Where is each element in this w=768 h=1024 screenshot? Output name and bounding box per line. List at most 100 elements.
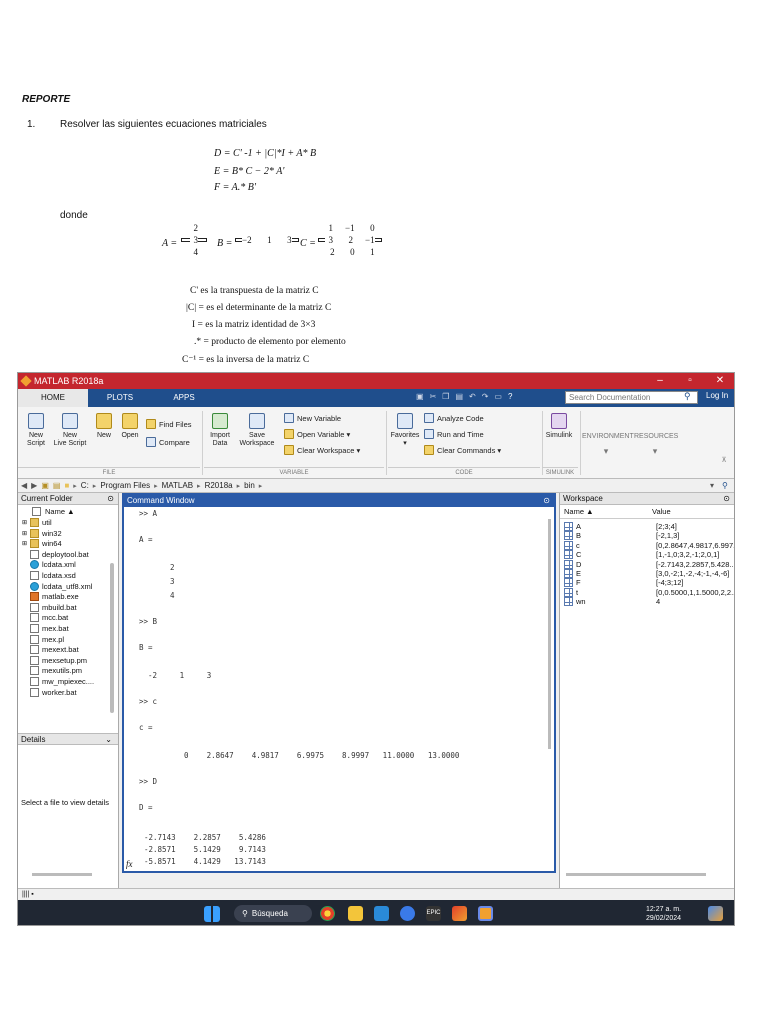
new-script-button[interactable]: New Script	[22, 413, 50, 448]
file-item[interactable]: deploytool.bat	[30, 549, 89, 559]
horizontal-scrollbar[interactable]	[32, 873, 92, 876]
environment-button[interactable]: ENVIRONMENT ▾	[582, 433, 634, 456]
file-item[interactable]: mcc.bat	[30, 613, 68, 623]
function-browser-icon[interactable]: fx	[124, 859, 133, 869]
file-item[interactable]: lcdata.xml	[30, 560, 76, 570]
file-item[interactable]: worker.bat	[30, 687, 77, 697]
file-item[interactable]: ⊞ win64	[22, 539, 62, 549]
panel-menu-icon[interactable]: ⊙	[543, 495, 550, 507]
maximize-icon[interactable]: ▫	[678, 373, 702, 389]
clear-commands-button[interactable]: Clear Commands ▾	[424, 445, 501, 455]
workspace-name-header[interactable]: Name ▲	[564, 507, 594, 516]
system-clock[interactable]: 12:27 a. m. 29/02/2024	[646, 905, 681, 923]
workspace-row[interactable]: C [1,-1,0;3,2,-1;2,0,1]	[564, 550, 734, 560]
workspace-value-header[interactable]: Value	[652, 507, 671, 516]
command-window-panel[interactable]: Command Window ⊙ >> A A = 2 3 4 >> B B = -2 1 3…	[122, 493, 556, 873]
path-segment[interactable]: Program Files	[100, 481, 150, 490]
workspace-row[interactable]: c [0,2.8647,4.9817,6.997...	[564, 540, 734, 550]
workspace-row[interactable]: A [2;3;4]	[564, 522, 734, 531]
scrollbar[interactable]	[548, 519, 551, 749]
workspace-row[interactable]: F [-4;3;12]	[564, 578, 734, 588]
file-item[interactable]: mexsetup.pm	[30, 655, 87, 665]
open-variable-button[interactable]: Open Variable ▾	[284, 429, 350, 439]
path-segment[interactable]: R2018a	[205, 481, 233, 490]
store-icon[interactable]	[374, 906, 389, 921]
file-item[interactable]: lcdata.xsd	[30, 571, 76, 580]
clear-workspace-button[interactable]: Clear Workspace ▾	[284, 445, 360, 455]
path-segment[interactable]: MATLAB	[162, 481, 193, 490]
search-icon[interactable]: ⚲	[684, 391, 691, 402]
paste-icon[interactable]: ▤	[455, 392, 463, 401]
details-header[interactable]: Details ⌄	[18, 733, 118, 745]
path-segment[interactable]: C:	[81, 481, 89, 490]
name-column-header[interactable]: Name ▲	[32, 507, 75, 516]
chrome-icon[interactable]	[320, 906, 335, 921]
file-item[interactable]: lcdata_utf8.xml	[30, 581, 92, 591]
epic-games-icon[interactable]: EPIC	[426, 906, 441, 921]
panel-menu-icon[interactable]: ⊙	[723, 493, 730, 505]
resources-button[interactable]: RESOURCES ▾	[634, 433, 678, 456]
file-item[interactable]: matlab.exe	[30, 592, 79, 602]
favorites-button[interactable]: Favorites ▾	[388, 413, 422, 448]
tab-plots[interactable]: PLOTS	[88, 389, 152, 407]
new-live-script-button[interactable]: New Live Script	[52, 413, 88, 448]
import-data-button[interactable]: Import Data	[206, 413, 234, 448]
new-variable-button[interactable]: New Variable	[284, 413, 341, 423]
path-segment[interactable]: bin	[244, 481, 255, 490]
simulink-button[interactable]: Simulink	[544, 413, 574, 440]
tab-home[interactable]: HOME	[18, 389, 88, 407]
copy-icon[interactable]: ❐	[442, 392, 449, 401]
minimize-icon[interactable]: –	[648, 373, 672, 389]
search-folder-icon[interactable]: ⚲	[722, 481, 728, 490]
file-item[interactable]: ⊞ util	[22, 518, 52, 527]
collapse-ribbon-icon[interactable]: ⊼	[718, 457, 730, 465]
expand-icon[interactable]: ⊞	[22, 519, 27, 526]
horizontal-scrollbar[interactable]	[566, 873, 706, 876]
workspace-row[interactable]: E [3,0,-2;1,-2,-4;-1,-4,-6]	[564, 569, 734, 578]
panel-menu-icon[interactable]: ⊙	[107, 493, 114, 505]
edge-icon[interactable]	[400, 906, 415, 921]
new-button[interactable]: New	[92, 413, 116, 440]
file-item[interactable]: mex.bat	[30, 624, 69, 633]
workspace-row[interactable]: wn 4	[564, 597, 734, 607]
login-button[interactable]: Log In	[706, 391, 728, 400]
close-icon[interactable]: ✕	[708, 373, 732, 389]
save-workspace-button[interactable]: Save Workspace	[238, 413, 276, 448]
redo-icon[interactable]: ↷	[482, 392, 489, 401]
browse-folder-icon[interactable]: ▤	[53, 481, 61, 490]
help-icon[interactable]: ?	[508, 392, 512, 401]
file-item[interactable]: mex.pl	[30, 634, 64, 644]
path-dropdown-icon[interactable]: ▾	[710, 481, 714, 490]
compare-button[interactable]: Compare	[146, 437, 190, 447]
forward-icon[interactable]: ▶	[31, 481, 37, 490]
file-item[interactable]: mbuild.bat	[30, 602, 77, 612]
back-icon[interactable]: ◀	[21, 481, 27, 490]
tab-apps[interactable]: APPS	[152, 389, 216, 407]
matlab-taskbar-icon[interactable]	[452, 906, 467, 921]
file-item[interactable]: ⊞ win32	[22, 528, 62, 538]
copilot-icon[interactable]	[708, 906, 723, 921]
run-and-time-button[interactable]: Run and Time	[424, 429, 484, 439]
workspace-row[interactable]: t [0,0.5000,1,1.5000,2,2...	[564, 587, 734, 597]
open-button[interactable]: Open	[118, 413, 142, 440]
file-item[interactable]: mw_mpiexec....	[30, 677, 94, 686]
undo-icon[interactable]: ↶	[469, 392, 476, 401]
cut-icon[interactable]: ✂	[430, 392, 437, 401]
save-icon[interactable]: ▣	[416, 392, 424, 401]
analyze-code-button[interactable]: Analyze Code	[424, 413, 484, 423]
windows-start-icon[interactable]	[204, 906, 220, 922]
scrollbar[interactable]	[110, 563, 114, 713]
file-item[interactable]: mexutils.pm	[30, 666, 82, 676]
find-files-button[interactable]: Find Files	[146, 419, 192, 429]
file-item[interactable]: mexext.bat	[30, 645, 79, 655]
up-folder-icon[interactable]: ▣	[41, 481, 49, 490]
workspace-row[interactable]: B [-2,1,3]	[564, 531, 734, 541]
workspace-row[interactable]: D [-2.7143,2.2857,5.428...	[564, 559, 734, 569]
active-app-icon[interactable]	[478, 906, 493, 921]
file-explorer-icon[interactable]	[348, 906, 363, 921]
taskbar-search[interactable]: ⚲ Búsqueda	[234, 905, 312, 922]
expand-icon[interactable]: ⊞	[22, 530, 27, 537]
switch-windows-icon[interactable]: ▭	[494, 392, 502, 401]
search-documentation-input[interactable]: Search Documentation	[565, 391, 698, 404]
expand-icon[interactable]: ⊞	[22, 540, 27, 547]
